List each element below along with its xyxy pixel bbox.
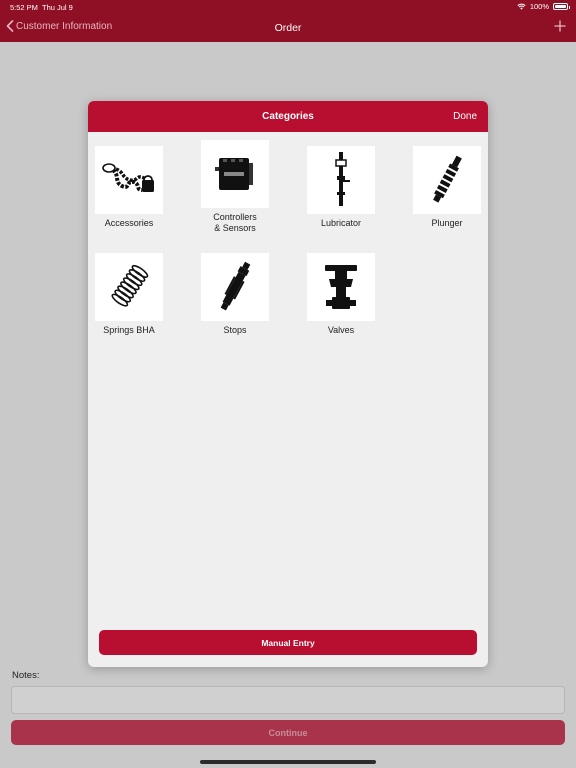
category-valves[interactable]: Valves [296,253,386,336]
category-lubricator[interactable]: Lubricator [296,146,386,229]
status-time: 5:52 PM [10,3,38,12]
category-springs-bha[interactable]: Springs BHA [88,253,174,336]
category-plunger[interactable]: Plunger [402,146,488,229]
categories-modal: Categories Done Accessories Controllers … [88,101,488,667]
category-thumbnail [307,146,375,214]
done-button[interactable]: Done [453,111,477,122]
category-label: Plunger [431,218,463,228]
category-controllers-sensors[interactable]: Controllers & Sensors [190,140,280,234]
manual-entry-button[interactable]: Manual Entry [99,630,477,655]
category-label: Valves [327,325,355,335]
plus-icon [554,20,566,32]
wifi-icon [517,3,526,10]
page-title: Order [274,22,302,34]
status-right: 100% [517,2,570,11]
top-bar: 5:52 PM Thu Jul 9 100% Customer Informat… [0,0,576,42]
category-label: Stops [223,325,247,335]
home-indicator [200,760,376,764]
category-accessories[interactable]: Accessories [88,146,174,229]
status-bar: 5:52 PM Thu Jul 9 100% [0,0,576,14]
plunger-icon [433,155,462,203]
spring-icon [111,264,149,307]
stop-tool-icon [220,261,251,311]
valve-icon [325,265,357,309]
category-label: Accessories [104,218,154,228]
category-label: Springs BHA [103,325,155,335]
category-label: Controllers & Sensors [213,212,257,233]
continue-button[interactable]: Continue [11,720,565,745]
battery-icon [553,3,570,10]
controller-box-icon [215,158,253,190]
modal-header: Categories Done [88,101,488,132]
notes-field[interactable] [11,686,565,714]
battery-percent: 100% [529,2,549,11]
category-thumbnail [307,253,375,321]
category-thumbnail [95,146,163,214]
add-button[interactable] [554,19,566,37]
category-stops[interactable]: Stops [190,253,280,336]
category-thumbnail [95,253,163,321]
category-label: Lubricator [320,218,362,228]
category-thumbnail [201,253,269,321]
category-thumbnail [413,146,481,214]
chain-lock-icon [102,163,154,192]
status-date: Thu Jul 9 [42,3,73,12]
notes-label: Notes: [12,670,40,681]
lubricator-icon [335,152,350,206]
modal-title: Categories [262,111,314,122]
category-thumbnail [201,140,269,208]
